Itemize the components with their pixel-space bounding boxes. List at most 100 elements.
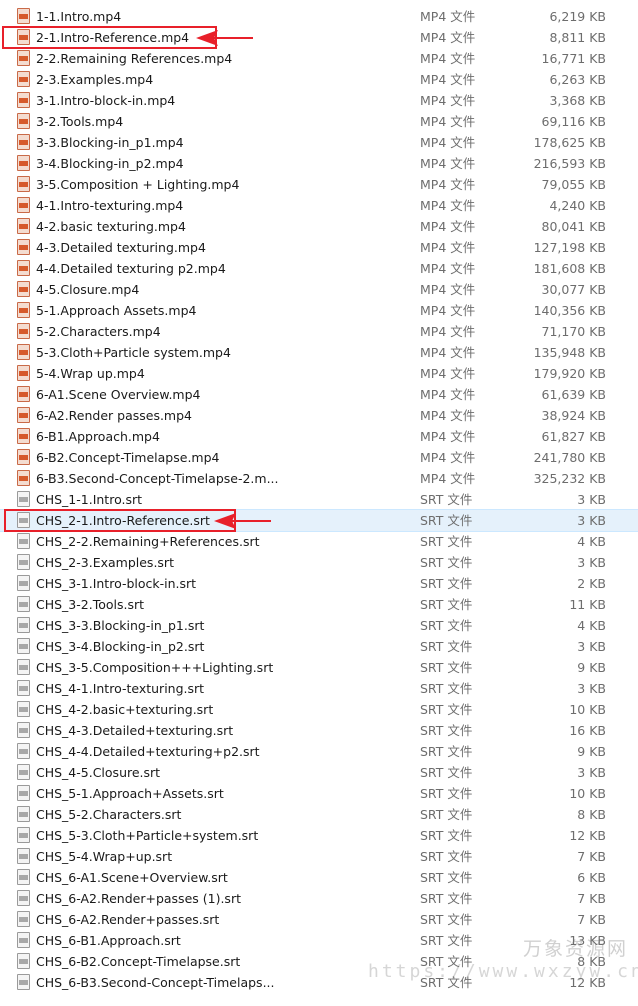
file-row[interactable]: CHS_2-1.Intro-Reference.srt SRT 文件 3 KB [0,509,638,532]
file-row[interactable]: 5-4.Wrap up.mp4 MP4 文件 179,920 KB [0,363,638,384]
file-name: CHS_3-3.Blocking-in_p1.srt [36,618,205,633]
file-row[interactable]: 2-3.Examples.mp4 MP4 文件 6,263 KB [0,69,638,90]
file-size: 2 KB [577,576,606,591]
file-row[interactable]: CHS_3-3.Blocking-in_p1.srt SRT 文件 4 KB [0,615,638,636]
file-name: 5-4.Wrap up.mp4 [36,366,145,381]
file-type: MP4 文件 [420,345,476,360]
file-row[interactable]: 5-2.Characters.mp4 MP4 文件 71,170 KB [0,321,638,342]
file-row[interactable]: 3-4.Blocking-in_p2.mp4 MP4 文件 216,593 KB [0,153,638,174]
subtitle-file-icon [17,491,30,507]
file-row[interactable]: 3-1.Intro-block-in.mp4 MP4 文件 3,368 KB [0,90,638,111]
file-type: SRT 文件 [420,723,473,738]
file-row[interactable]: 6-A1.Scene Overview.mp4 MP4 文件 61,639 KB [0,384,638,405]
file-list[interactable]: 1-1.Intro.mp4 MP4 文件 6,219 KB 2-1.Intro-… [0,6,638,993]
file-name: CHS_2-3.Examples.srt [36,555,174,570]
file-type: SRT 文件 [420,597,473,612]
file-row[interactable]: 2-2.Remaining References.mp4 MP4 文件 16,7… [0,48,638,69]
file-row[interactable]: CHS_5-2.Characters.srt SRT 文件 8 KB [0,804,638,825]
file-row[interactable]: 4-3.Detailed texturing.mp4 MP4 文件 127,19… [0,237,638,258]
file-row[interactable]: CHS_5-4.Wrap+up.srt SRT 文件 7 KB [0,846,638,867]
file-row[interactable]: 4-1.Intro-texturing.mp4 MP4 文件 4,240 KB [0,195,638,216]
file-row[interactable]: 5-3.Cloth+Particle system.mp4 MP4 文件 135… [0,342,638,363]
file-size: 181,608 KB [533,261,606,276]
file-name: CHS_6-B3.Second-Concept-Timelaps... [36,975,275,990]
subtitle-file-icon [17,638,30,654]
file-size: 8 KB [577,954,606,969]
subtitle-file-icon [17,890,30,906]
file-type: MP4 文件 [420,9,476,24]
file-type: SRT 文件 [420,492,473,507]
file-row[interactable]: 6-B2.Concept-Timelapse.mp4 MP4 文件 241,78… [0,447,638,468]
file-name: 6-B3.Second-Concept-Timelapse-2.m... [36,471,279,486]
file-size: 61,639 KB [541,387,606,402]
video-file-icon [17,176,30,192]
file-row[interactable]: 6-B3.Second-Concept-Timelapse-2.m... MP4… [0,468,638,489]
file-type: SRT 文件 [420,870,473,885]
file-row[interactable]: CHS_6-A2.Render+passes (1).srt SRT 文件 7 … [0,888,638,909]
file-row[interactable]: 4-5.Closure.mp4 MP4 文件 30,077 KB [0,279,638,300]
subtitle-file-icon [17,764,30,780]
file-size: 30,077 KB [541,282,606,297]
file-type: SRT 文件 [420,639,473,654]
file-row[interactable]: 6-A2.Render passes.mp4 MP4 文件 38,924 KB [0,405,638,426]
file-row[interactable]: CHS_2-3.Examples.srt SRT 文件 3 KB [0,552,638,573]
file-name: 3-4.Blocking-in_p2.mp4 [36,156,184,171]
file-size: 8 KB [577,807,606,822]
file-type: MP4 文件 [420,366,476,381]
file-row[interactable]: CHS_3-2.Tools.srt SRT 文件 11 KB [0,594,638,615]
file-size: 7 KB [577,912,606,927]
file-type: MP4 文件 [420,303,476,318]
file-size: 135,948 KB [533,345,606,360]
file-type: MP4 文件 [420,135,476,150]
file-name: 3-3.Blocking-in_p1.mp4 [36,135,184,150]
file-size: 7 KB [577,891,606,906]
file-name: CHS_4-3.Detailed+texturing.srt [36,723,234,738]
file-name: 2-2.Remaining References.mp4 [36,51,233,66]
file-row[interactable]: CHS_2-2.Remaining+References.srt SRT 文件 … [0,531,638,552]
subtitle-file-icon [17,932,30,948]
file-row[interactable]: 3-3.Blocking-in_p1.mp4 MP4 文件 178,625 KB [0,132,638,153]
file-row[interactable]: 1-1.Intro.mp4 MP4 文件 6,219 KB [0,6,638,27]
file-row[interactable]: 6-B1.Approach.mp4 MP4 文件 61,827 KB [0,426,638,447]
file-name: 4-5.Closure.mp4 [36,282,140,297]
file-row[interactable]: 5-1.Approach Assets.mp4 MP4 文件 140,356 K… [0,300,638,321]
file-row[interactable]: CHS_4-5.Closure.srt SRT 文件 3 KB [0,762,638,783]
subtitle-file-icon [17,701,30,717]
subtitle-file-icon [17,869,30,885]
file-row[interactable]: CHS_6-A2.Render+passes.srt SRT 文件 7 KB [0,909,638,930]
file-row[interactable]: 3-5.Composition + Lighting.mp4 MP4 文件 79… [0,174,638,195]
file-type: MP4 文件 [420,177,476,192]
file-row[interactable]: CHS_3-1.Intro-block-in.srt SRT 文件 2 KB [0,573,638,594]
file-row[interactable]: 4-4.Detailed texturing p2.mp4 MP4 文件 181… [0,258,638,279]
file-type: MP4 文件 [420,198,476,213]
file-row[interactable]: 3-2.Tools.mp4 MP4 文件 69,116 KB [0,111,638,132]
file-name: CHS_3-4.Blocking-in_p2.srt [36,639,205,654]
file-row[interactable]: CHS_4-2.basic+texturing.srt SRT 文件 10 KB [0,699,638,720]
file-size: 11 KB [569,597,606,612]
file-size: 79,055 KB [541,177,606,192]
video-file-icon [17,449,30,465]
file-type: MP4 文件 [420,114,476,129]
file-row[interactable]: 2-1.Intro-Reference.mp4 MP4 文件 8,811 KB [0,27,638,48]
file-size: 38,924 KB [541,408,606,423]
file-row[interactable]: CHS_3-5.Composition+++Lighting.srt SRT 文… [0,657,638,678]
file-size: 140,356 KB [533,303,606,318]
file-row[interactable]: 4-2.basic texturing.mp4 MP4 文件 80,041 KB [0,216,638,237]
file-row[interactable]: CHS_5-3.Cloth+Particle+system.srt SRT 文件… [0,825,638,846]
file-size: 216,593 KB [533,156,606,171]
file-row[interactable]: CHS_4-1.Intro-texturing.srt SRT 文件 3 KB [0,678,638,699]
file-row[interactable]: CHS_3-4.Blocking-in_p2.srt SRT 文件 3 KB [0,636,638,657]
file-row[interactable]: CHS_6-B1.Approach.srt SRT 文件 13 KB [0,930,638,951]
file-type: MP4 文件 [420,450,476,465]
file-row[interactable]: CHS_4-3.Detailed+texturing.srt SRT 文件 16… [0,720,638,741]
subtitle-file-icon [17,575,30,591]
file-row[interactable]: CHS_1-1.Intro.srt SRT 文件 3 KB [0,489,638,510]
file-name: CHS_5-1.Approach+Assets.srt [36,786,224,801]
file-row[interactable]: CHS_6-A1.Scene+Overview.srt SRT 文件 6 KB [0,867,638,888]
file-row[interactable]: CHS_6-B2.Concept-Timelapse.srt SRT 文件 8 … [0,951,638,972]
file-row[interactable]: CHS_6-B3.Second-Concept-Timelaps... SRT … [0,972,638,993]
subtitle-file-icon [17,659,30,675]
file-row[interactable]: CHS_5-1.Approach+Assets.srt SRT 文件 10 KB [0,783,638,804]
file-row[interactable]: CHS_4-4.Detailed+texturing+p2.srt SRT 文件… [0,741,638,762]
file-name: CHS_4-4.Detailed+texturing+p2.srt [36,744,260,759]
